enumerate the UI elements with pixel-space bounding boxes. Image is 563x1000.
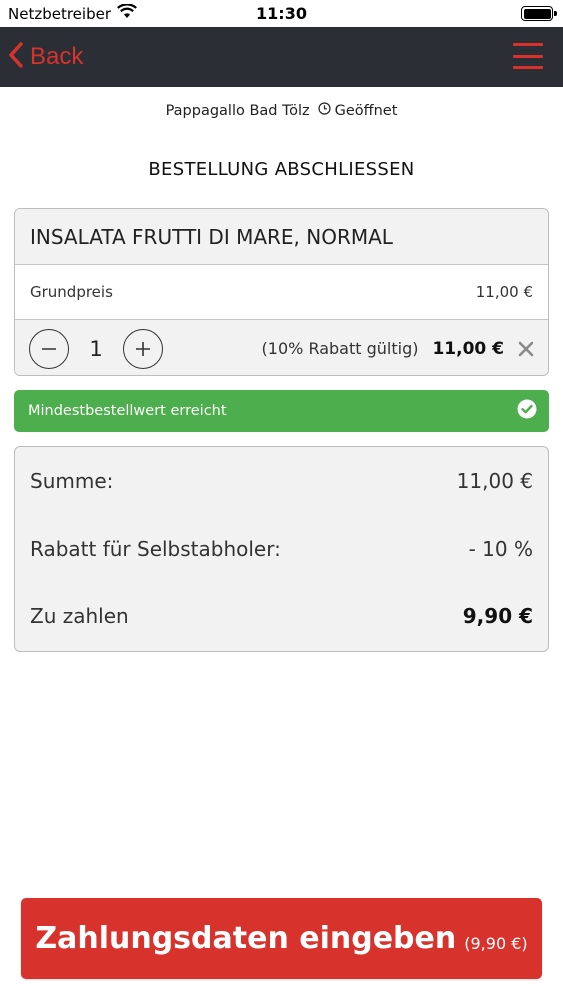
- battery-icon: [521, 6, 557, 21]
- payment-button-amount: (9,90 €): [464, 934, 528, 953]
- discount-label: Rabatt für Selbstabholer:: [30, 537, 281, 561]
- page-title: BESTELLUNG ABSCHLIESSEN: [148, 159, 415, 180]
- back-label: Back: [30, 43, 84, 70]
- quantity-row: 1 (10% Rabatt gültig) 11,00 €: [15, 320, 548, 375]
- order-summary: Summe: 11,00 € Rabatt für Selbstabholer:…: [14, 446, 549, 652]
- item-name: INSALATA FRUTTI DI MARE, NORMAL: [15, 209, 548, 265]
- item-total: 11,00 €: [432, 338, 504, 359]
- remove-item-button[interactable]: [518, 341, 534, 357]
- hamburger-menu-icon[interactable]: [513, 43, 543, 69]
- status-bar: Netzbetreiber 11:30: [0, 0, 563, 27]
- shop-status: Geöffnet: [317, 102, 398, 119]
- plus-icon: [136, 341, 150, 356]
- back-button[interactable]: Back: [8, 39, 83, 75]
- quantity-value: 1: [89, 336, 103, 361]
- amount-due-label: Zu zahlen: [30, 604, 129, 628]
- amount-due-row: Zu zahlen 9,90 €: [30, 604, 533, 628]
- enter-payment-button[interactable]: Zahlungsdaten eingeben (9,90 €): [21, 898, 542, 979]
- nav-bar: Back: [0, 27, 563, 87]
- cart-item-card: INSALATA FRUTTI DI MARE, NORMAL Grundpre…: [14, 208, 549, 376]
- sum-label: Summe:: [30, 469, 114, 493]
- sum-row: Summe: 11,00 €: [30, 469, 533, 493]
- discount-row: Rabatt für Selbstabholer: - 10 %: [30, 537, 533, 561]
- sum-value: 11,00 €: [456, 469, 533, 493]
- shop-info: Pappagallo Bad Tölz Geöffnet: [0, 102, 563, 119]
- min-order-text: Mindestbestellwert erreicht: [28, 403, 227, 419]
- chevron-left-icon: [8, 41, 24, 73]
- discount-value: - 10 %: [468, 537, 533, 561]
- base-price-label: Grundpreis: [30, 283, 113, 301]
- min-order-banner: Mindestbestellwert erreicht: [14, 390, 549, 432]
- decrease-quantity-button[interactable]: [29, 328, 69, 369]
- close-icon: [518, 341, 534, 356]
- battery-level: [523, 8, 551, 19]
- base-price-row: Grundpreis 11,00 €: [15, 265, 548, 320]
- check-circle-icon: [517, 399, 537, 423]
- shop-status-text: Geöffnet: [334, 102, 398, 119]
- payment-button-label: Zahlungsdaten eingeben: [35, 921, 457, 956]
- base-price-value: 11,00 €: [475, 283, 533, 301]
- minus-icon: [42, 347, 56, 350]
- clock-icon: [317, 102, 331, 119]
- status-time: 11:30: [256, 4, 307, 23]
- increase-quantity-button[interactable]: [123, 328, 163, 369]
- discount-note: (10% Rabatt gültig): [261, 339, 419, 358]
- shop-name: Pappagallo Bad Tölz: [165, 102, 310, 119]
- amount-due-value: 9,90 €: [462, 604, 533, 628]
